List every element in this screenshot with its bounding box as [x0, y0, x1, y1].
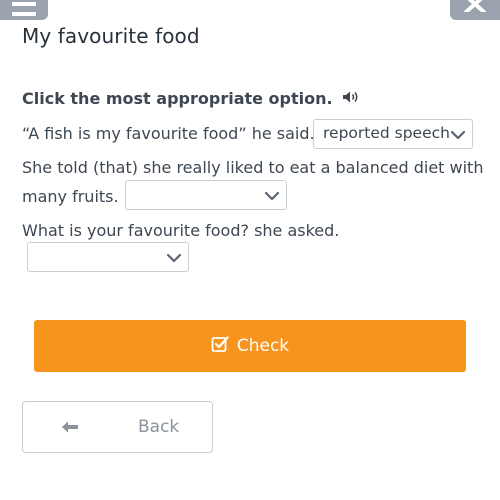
menu-button[interactable]: [0, 0, 48, 20]
instruction-text: Click the most appropriate option.: [22, 88, 333, 108]
question-1-selected-value: reported speech: [323, 124, 450, 142]
question-1-text: “A fish is my favourite food” he said.: [22, 124, 315, 143]
page-title: My favourite food: [22, 24, 200, 48]
check-button-label: Check: [236, 336, 290, 356]
question-1-dropdown[interactable]: reported speech: [313, 119, 473, 149]
arrow-left-icon: [61, 419, 79, 439]
instruction: Click the most appropriate option.: [22, 88, 360, 108]
checkbox-check-icon: [211, 335, 229, 358]
close-icon: [464, 0, 486, 12]
question-3-text: What is your favourite food? she asked.: [22, 221, 340, 240]
back-button-label: Back: [138, 417, 180, 437]
chevron-down-icon: [166, 253, 182, 263]
question-2-text-line1: She told (that) she really liked to eat …: [22, 158, 484, 177]
close-button[interactable]: [450, 0, 500, 20]
speaker-icon[interactable]: [342, 89, 360, 108]
check-button[interactable]: Check: [34, 320, 466, 372]
question-3-dropdown[interactable]: [27, 242, 189, 272]
question-2-text-line2: many fruits.: [22, 187, 119, 206]
back-button[interactable]: Back: [22, 401, 213, 453]
chevron-down-icon: [264, 191, 280, 201]
chevron-down-icon: [450, 130, 466, 140]
question-2-dropdown[interactable]: [125, 180, 287, 210]
top-bar: [0, 0, 500, 22]
